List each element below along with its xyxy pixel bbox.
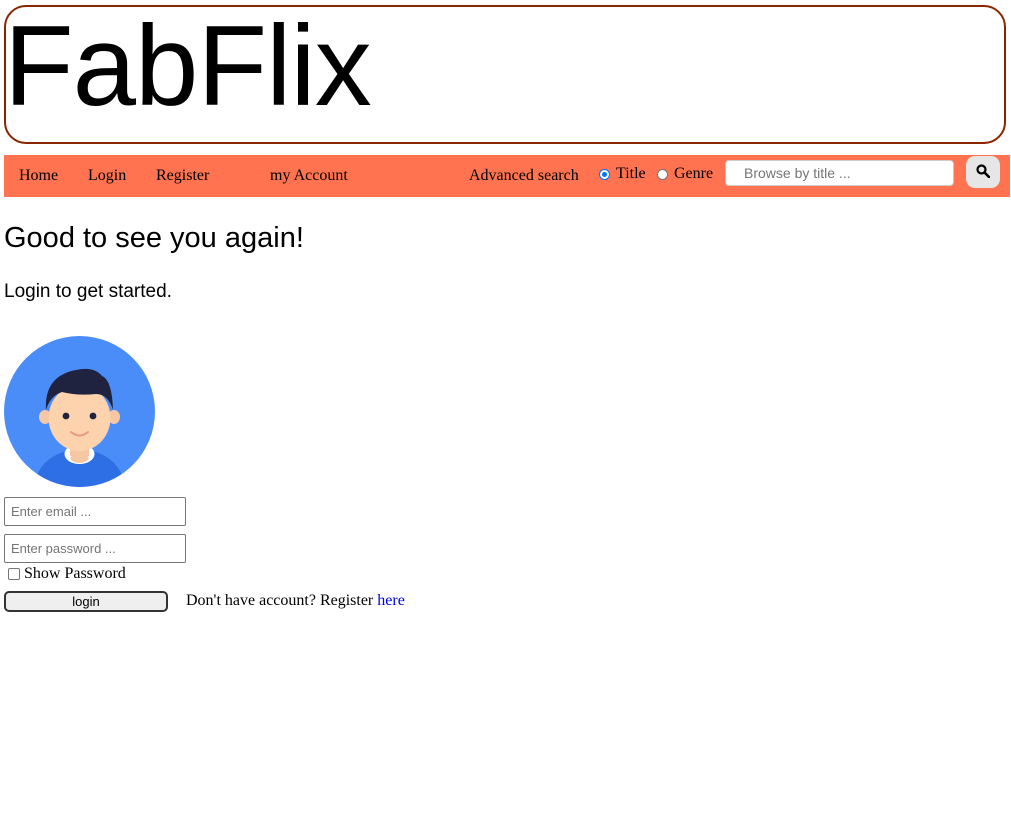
show-password-label: Show Password	[24, 565, 126, 582]
nav-my-account[interactable]: my Account	[270, 167, 348, 185]
password-field[interactable]	[4, 534, 186, 563]
nav-advanced-search[interactable]: Advanced search	[469, 167, 579, 185]
navbar: Home Login Register my Account Advanced …	[4, 155, 1010, 197]
show-password-option[interactable]: Show Password	[8, 565, 126, 583]
radio-title-label: Title	[616, 165, 646, 182]
site-logo[interactable]: FabFlix	[4, 10, 372, 124]
nav-register[interactable]: Register	[156, 167, 209, 185]
register-link[interactable]: here	[377, 592, 405, 609]
show-password-checkbox[interactable]	[8, 568, 20, 580]
search-button[interactable]	[966, 156, 1000, 188]
radio-genre[interactable]	[657, 168, 668, 180]
greeting-heading: Good to see you again!	[4, 222, 304, 254]
nav-login[interactable]: Login	[88, 167, 126, 185]
radio-title[interactable]	[599, 168, 610, 180]
nav-home[interactable]: Home	[19, 167, 58, 185]
register-prompt-text: Don't have account? Register	[186, 592, 374, 609]
avatar-icon	[4, 336, 155, 487]
email-field[interactable]	[4, 497, 186, 526]
radio-title-option[interactable]: Title	[599, 165, 646, 183]
search-input[interactable]	[725, 160, 954, 186]
register-prompt: Don't have account? Register here	[186, 592, 405, 610]
radio-genre-label: Genre	[674, 165, 714, 182]
login-subtext: Login to get started.	[4, 281, 172, 302]
radio-genre-option[interactable]: Genre	[657, 165, 713, 183]
search-icon	[976, 164, 990, 178]
login-button[interactable]: login	[4, 591, 168, 612]
